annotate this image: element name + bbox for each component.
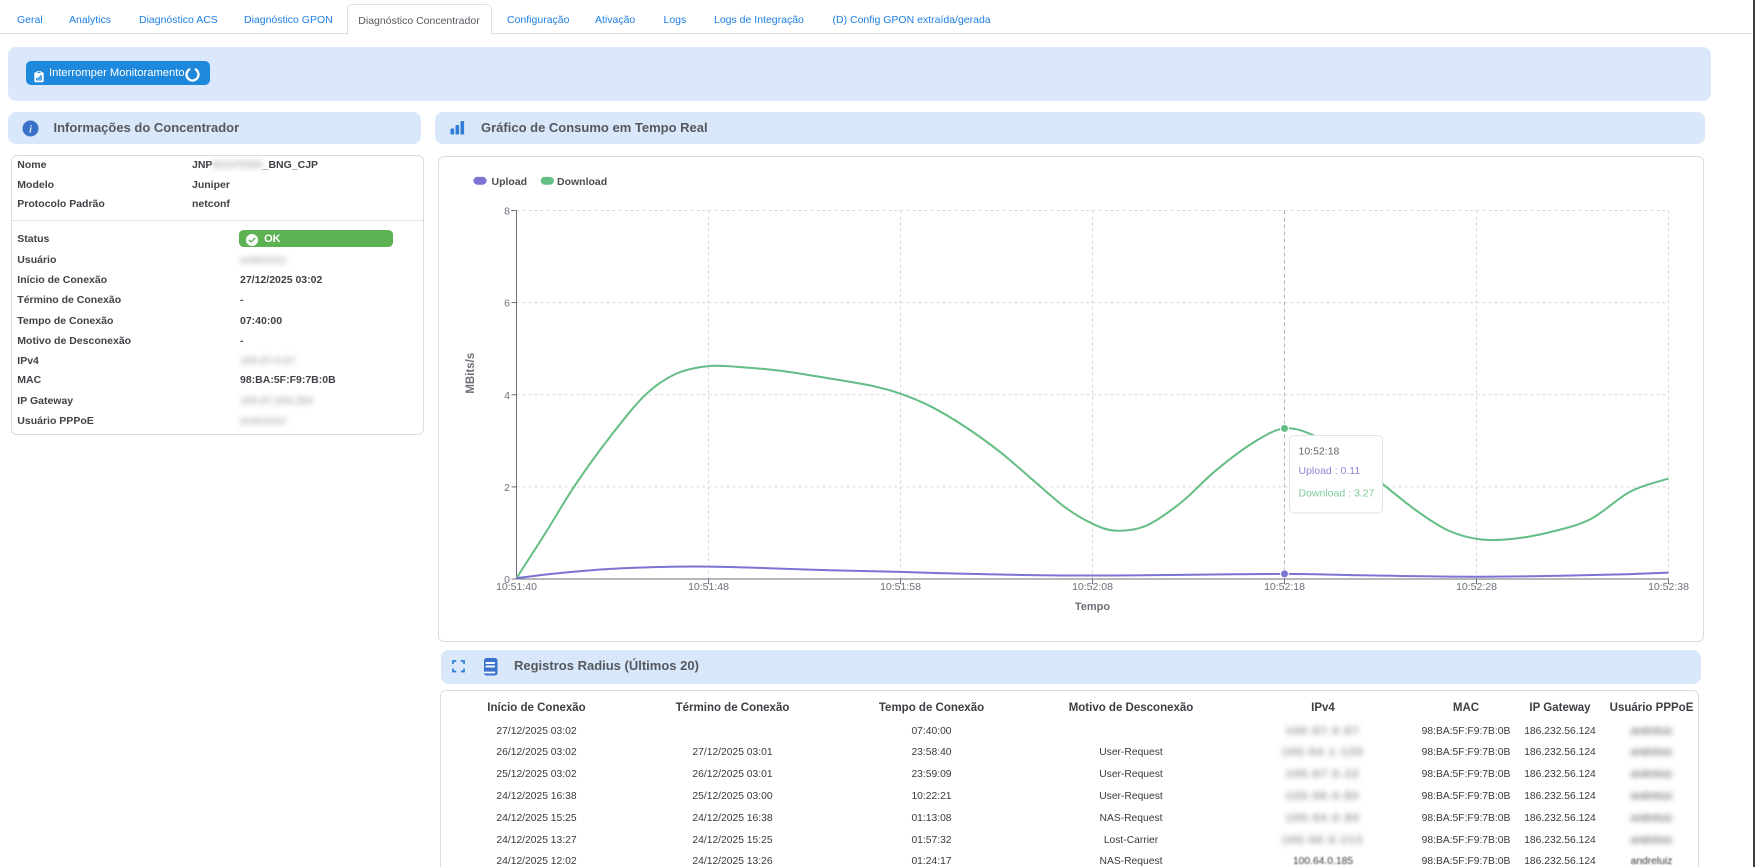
svg-text:10:52:08: 10:52:08 [1072, 581, 1113, 593]
svg-text:10:51:40: 10:51:40 [496, 581, 537, 593]
svg-text:MBits/s: MBits/s [465, 352, 477, 393]
svg-text:10:52:38: 10:52:38 [1648, 581, 1689, 593]
svg-text:6: 6 [504, 297, 510, 309]
svg-text:Upload: Upload [491, 176, 527, 188]
svg-text:10:52:18: 10:52:18 [1264, 581, 1305, 593]
svg-text:Download: Download [557, 176, 607, 188]
svg-text:8: 8 [504, 205, 510, 217]
svg-text:2: 2 [504, 481, 510, 493]
svg-text:10:52:28: 10:52:28 [1456, 581, 1497, 593]
svg-text:4: 4 [504, 389, 510, 401]
svg-text:Download : 3.27: Download : 3.27 [1298, 487, 1374, 499]
svg-text:Tempo: Tempo [1074, 601, 1110, 613]
svg-text:Upload : 0.11: Upload : 0.11 [1298, 465, 1360, 477]
svg-text:10:52:18: 10:52:18 [1298, 445, 1339, 457]
svg-text:10:51:58: 10:51:58 [880, 581, 921, 593]
svg-text:10:51:48: 10:51:48 [688, 581, 729, 593]
